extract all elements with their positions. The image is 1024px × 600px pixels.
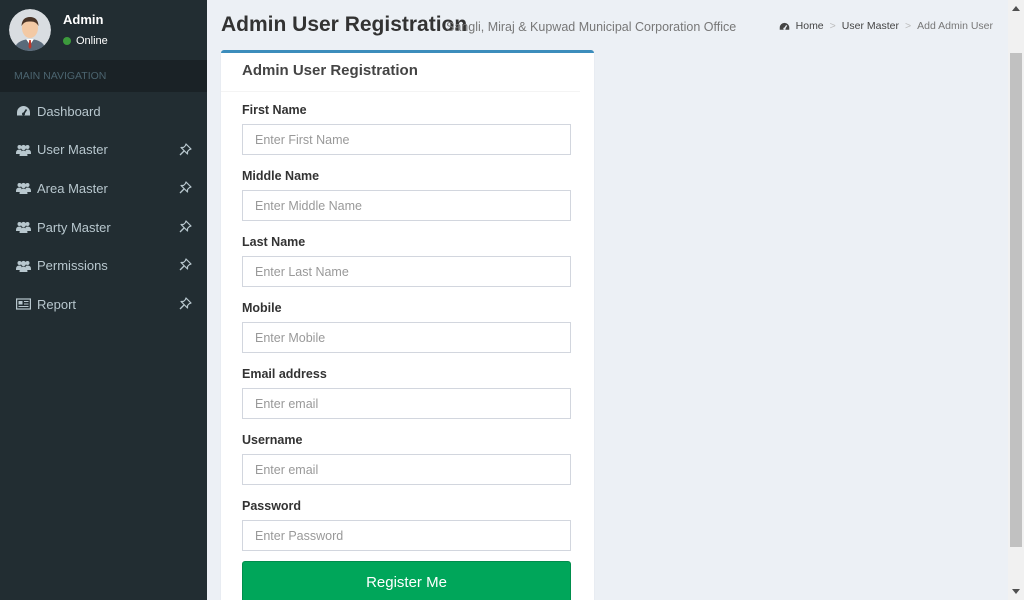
thumbtack-icon (179, 181, 192, 194)
sidebar-item-label: Area Master (37, 180, 108, 196)
sidebar-item-label: Dashboard (37, 103, 101, 119)
scroll-thumb[interactable] (1010, 53, 1022, 547)
nav-list: Dashboard User Master Area Master Party … (0, 92, 207, 324)
content-header: Admin User Registration Sangli, Miraj & … (207, 0, 1008, 50)
page-title: Admin User Registration (221, 13, 468, 36)
register-button[interactable]: Register Me (242, 561, 571, 600)
first-name-label: First Name (242, 103, 307, 117)
scroll-up-icon[interactable] (1012, 6, 1020, 11)
first-name-input[interactable] (242, 124, 571, 155)
sidebar-item-area-master[interactable]: Area Master (0, 169, 207, 208)
form-title: Admin User Registration (242, 62, 418, 79)
sidebar: Admin Online MAIN NAVIGATION Dashboard U… (0, 0, 207, 600)
breadcrumb-separator: > (829, 20, 836, 32)
thumbtack-icon (179, 142, 192, 156)
avatar (9, 9, 51, 51)
user-status: Online (63, 35, 108, 47)
sidebar-item-label: Report (37, 296, 77, 312)
breadcrumb: Home > User Master > Add Admin User (779, 20, 993, 32)
users-icon (16, 181, 31, 195)
sidebar-item-user-master[interactable]: User Master (0, 131, 207, 170)
users-icon (16, 220, 31, 234)
dashboard-icon (779, 22, 790, 31)
mobile-label: Mobile (242, 301, 282, 315)
sidebar-item-permissions[interactable]: Permissions (0, 246, 207, 285)
nav-header: MAIN NAVIGATION (0, 60, 207, 92)
users-icon (16, 259, 31, 273)
breadcrumb-home-link[interactable]: Home (796, 20, 824, 32)
sidebar-item-label: Party Master (37, 219, 111, 235)
username-input[interactable] (242, 454, 571, 485)
middle-name-input[interactable] (242, 190, 571, 221)
last-name-label: Last Name (242, 235, 306, 249)
email-label: Email address (242, 367, 327, 381)
form-divider (221, 91, 580, 92)
sidebar-item-report[interactable]: Report (0, 285, 207, 324)
breadcrumb-user-master-link[interactable]: User Master (842, 20, 899, 32)
password-label: Password (242, 499, 302, 513)
password-input[interactable] (242, 520, 571, 551)
middle-name-label: Middle Name (242, 169, 320, 183)
scroll-down-icon[interactable] (1012, 589, 1020, 594)
user-panel: Admin Online (0, 0, 207, 60)
page-subtitle: Sangli, Miraj & Kupwad Municipal Corpora… (446, 20, 737, 34)
thumbtack-icon (179, 220, 192, 233)
sidebar-item-label: User Master (37, 142, 108, 158)
sidebar-item-party-master[interactable]: Party Master (0, 208, 207, 247)
mobile-input[interactable] (242, 322, 571, 353)
sidebar-item-label: Permissions (37, 258, 108, 274)
username-label: Username (242, 433, 303, 447)
last-name-input[interactable] (242, 256, 571, 287)
dashboard-icon (16, 104, 31, 118)
breadcrumb-current: Add Admin User (917, 20, 993, 32)
newspaper-icon (16, 297, 31, 311)
users-icon (16, 143, 31, 157)
email-input[interactable] (242, 388, 571, 419)
thumbtack-icon (179, 258, 192, 271)
sidebar-item-dashboard[interactable]: Dashboard (0, 92, 207, 131)
user-name: Admin (63, 12, 104, 27)
page-scrollbar[interactable] (1008, 0, 1024, 600)
thumbtack-icon (179, 297, 192, 310)
user-status-label: Online (76, 35, 108, 47)
breadcrumb-separator: > (904, 20, 912, 32)
online-status-icon (63, 37, 71, 45)
registration-form-box: Admin User Registration First Name Middl… (221, 50, 594, 600)
